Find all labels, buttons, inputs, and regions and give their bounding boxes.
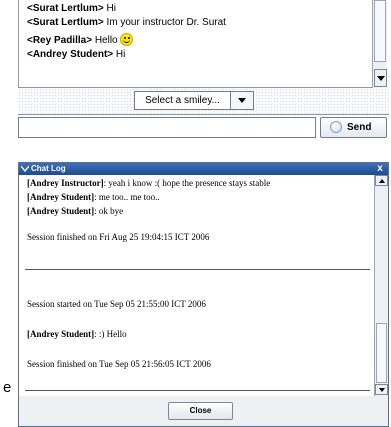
smiley-icon: [119, 33, 133, 46]
message-sender: <Rey Padilla>: [27, 35, 93, 46]
log-footer: Close: [19, 396, 388, 426]
log-line: Session finished on Fri Aug 25 19:04:15 …: [27, 232, 209, 242]
chat-message: <Surat Lertlum> Hi: [27, 3, 116, 14]
send-icon: [330, 121, 342, 133]
log-content: [Andrey Instructor]: yeah i know :( hope…: [19, 175, 373, 396]
close-icon[interactable]: x: [374, 163, 386, 174]
chat-message: <Surat Lertlum> Im your instructor Dr. S…: [27, 17, 226, 28]
log-text: : yeah i know :( hope the presence stays…: [103, 178, 271, 188]
log-line: [Andrey Student]: me too.. me too..: [27, 192, 160, 202]
arrow-down-icon: [377, 76, 385, 81]
smiley-toolbar: Select a smiley...: [18, 88, 389, 115]
stray-text: e: [3, 379, 12, 396]
session-divider: [25, 390, 370, 391]
chat-log-window: Chat Log x [Andrey Instructor]: yeah i k…: [18, 162, 389, 427]
message-scrollbar[interactable]: [372, 0, 387, 88]
scroll-down-button[interactable]: [374, 69, 387, 87]
arrow-up-icon: [379, 179, 385, 183]
log-text: : ok bye: [94, 206, 124, 216]
message-sender: <Surat Lertlum>: [27, 3, 104, 14]
message-sender: <Andrey Student>: [27, 49, 114, 60]
scroll-down-button[interactable]: [375, 384, 388, 395]
log-sender: [Andrey Instructor]: [27, 178, 104, 188]
message-sender: <Surat Lertlum>: [27, 17, 104, 28]
message-input[interactable]: [18, 117, 316, 138]
smiley-select-dropdown-button[interactable]: [230, 92, 253, 109]
log-text: Session started on Tue Sep 05 21:55:00 I…: [27, 299, 206, 309]
log-line: Session finished on Tue Sep 05 21:56:05 …: [27, 359, 211, 369]
chat-message: <Rey Padilla> Hello: [27, 33, 133, 46]
scroll-up-button[interactable]: [375, 175, 388, 186]
session-divider: [25, 269, 370, 270]
log-sender: [Andrey Student]: [27, 329, 95, 339]
scrollbar-thumb[interactable]: [374, 0, 386, 62]
close-button[interactable]: Close: [168, 402, 233, 420]
log-line: [Andrey Student]: :) Hello: [27, 329, 127, 339]
send-label: Send: [347, 122, 372, 133]
log-text: : me too.. me too..: [94, 192, 160, 202]
message-area: <Surat Lertlum> Hi <Surat Lertlum> Im yo…: [18, 0, 372, 88]
log-sender: [Andrey Student]: [27, 192, 95, 202]
chat-log-icon: [21, 165, 29, 172]
chevron-down-icon: [238, 98, 246, 103]
message-text: Hi: [103, 3, 116, 14]
chat-panel: <Surat Lertlum> Hi <Surat Lertlum> Im yo…: [18, 0, 389, 140]
message-text: Hi: [113, 49, 126, 60]
log-line: Session started on Tue Sep 05 21:55:00 I…: [27, 299, 206, 309]
message-text: Hello: [92, 35, 118, 46]
window-title: Chat Log: [31, 164, 66, 173]
arrow-down-icon: [379, 388, 385, 392]
log-line: [Andrey Instructor]: yeah i know :( hope…: [27, 178, 270, 188]
titlebar[interactable]: Chat Log x: [19, 163, 388, 175]
smiley-select[interactable]: Select a smiley...: [134, 91, 254, 110]
smiley-select-value: Select a smiley...: [145, 95, 220, 106]
scrollbar-thumb[interactable]: [376, 323, 387, 383]
input-row: Send: [18, 115, 389, 140]
log-line: [Andrey Student]: ok bye: [27, 206, 123, 216]
chat-message: <Andrey Student> Hi: [27, 49, 125, 60]
log-sender: [Andrey Student]: [27, 206, 95, 216]
send-button[interactable]: Send: [320, 117, 387, 138]
message-text: Im your instructor Dr. Surat: [103, 17, 226, 28]
log-text: : :) Hello: [94, 329, 127, 339]
log-text: Session finished on Tue Sep 05 21:56:05 …: [27, 359, 211, 369]
log-text: Session finished on Fri Aug 25 19:04:15 …: [27, 232, 210, 242]
log-scrollbar[interactable]: [374, 175, 388, 396]
